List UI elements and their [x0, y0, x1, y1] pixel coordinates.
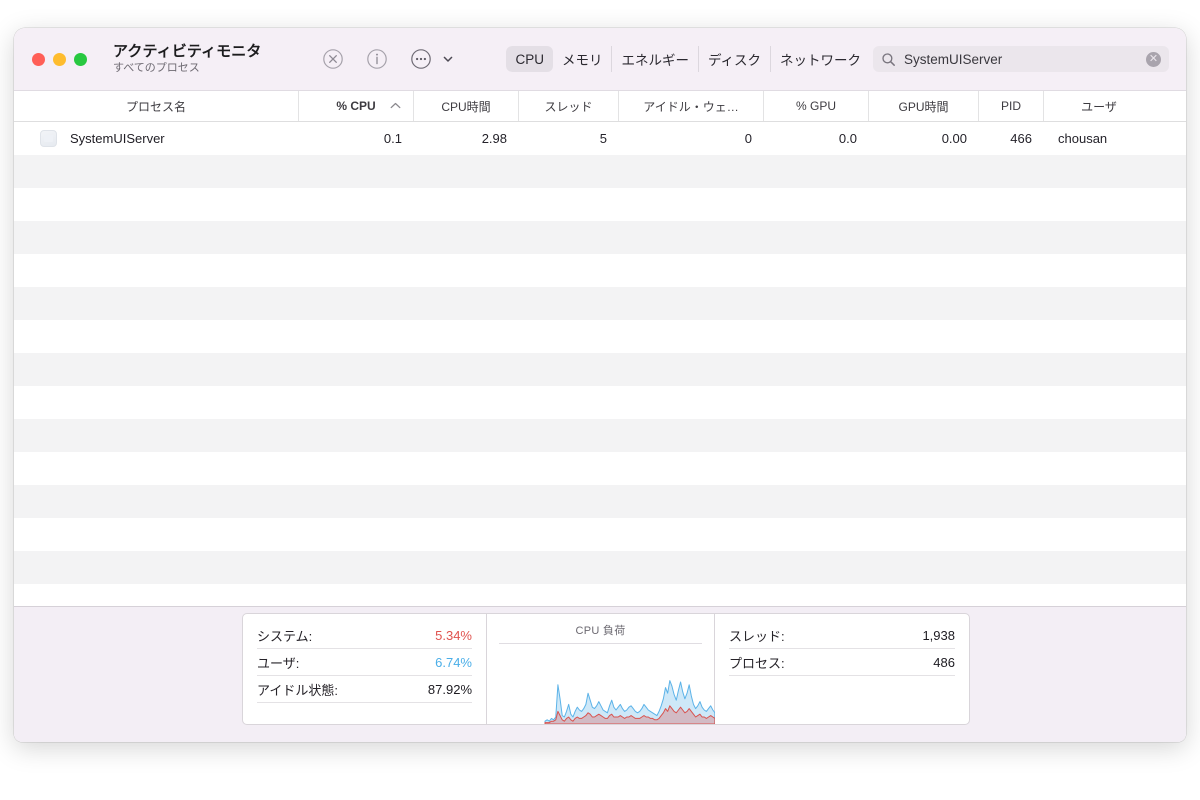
column-header-5[interactable]: % GPU — [764, 91, 869, 121]
column-header-8[interactable]: ユーザ — [1044, 91, 1154, 121]
cell-pid: 466 — [1010, 131, 1032, 146]
search-input[interactable]: SystemUIServer — [904, 52, 1146, 67]
chevron-down-icon[interactable] — [442, 53, 454, 65]
table-row-empty — [14, 386, 1186, 419]
totals-panel: スレッド: 1,938 プロセス: 486 — [715, 614, 969, 724]
table-row-empty — [14, 221, 1186, 254]
maximize-button[interactable] — [74, 52, 87, 66]
table-row-empty — [14, 452, 1186, 485]
cpu-stat-label: システム: — [257, 628, 313, 644]
total-value: 486 — [933, 654, 955, 670]
cpu-stat-label: アイドル状態: — [257, 682, 338, 698]
graph-divider — [499, 643, 702, 644]
process-app-icon — [40, 130, 57, 147]
cpu-load-chart — [544, 680, 715, 724]
column-header-3[interactable]: スレッド — [519, 91, 619, 121]
toolbar-actions — [321, 47, 454, 71]
table-row-empty — [14, 485, 1186, 518]
total-row-1: プロセス: 486 — [729, 649, 955, 676]
close-button[interactable] — [32, 52, 45, 66]
footer-stats-bar: システム: 5.34% ユーザ: 6.74% アイドル状態: 87.92% CPU 負荷 … — [14, 606, 1186, 742]
cpu-stat-value: 5.34% — [435, 627, 472, 643]
column-header-label: % GPU — [795, 99, 836, 113]
column-header-7[interactable]: PID — [979, 91, 1044, 121]
quit-process-icon[interactable] — [321, 47, 345, 71]
column-header-label: PID — [1000, 99, 1021, 113]
cpu-stat-row-2: アイドル状態: 87.92% — [257, 676, 472, 703]
table-row-empty — [14, 353, 1186, 386]
table-row-empty — [14, 254, 1186, 287]
total-label: スレッド: — [729, 628, 785, 644]
more-options-icon[interactable] — [409, 47, 433, 71]
column-header-6[interactable]: GPU時間 — [869, 91, 979, 121]
table-row-empty — [14, 287, 1186, 320]
process-table-body[interactable]: SystemUIServer 0.1 2.98 5 0 0.0 0.00 466 chousan — [14, 122, 1186, 606]
column-header-label: ユーザ — [1081, 99, 1117, 114]
activity-monitor-window: アクティビティモニタ すべてのプロセス CPU メモリ エネルギー ディスク ネ… — [14, 28, 1186, 742]
table-column-header: プロセス名 % CPU CPU時間 スレッド アイドル・ウェ… % GPU GPU時間 PID… — [14, 91, 1186, 122]
tab-cpu[interactable]: CPU — [506, 46, 553, 72]
table-row-empty — [14, 551, 1186, 584]
window-titlebar: アクティビティモニタ すべてのプロセス CPU メモリ エネルギー ディスク ネ… — [14, 28, 1186, 91]
column-header-2[interactable]: CPU時間 — [414, 91, 519, 121]
cell-gpu_time: 0.00 — [941, 131, 967, 146]
column-header-label: スレッド — [544, 99, 593, 114]
cell-idle_wakeups: 0 — [744, 131, 752, 146]
total-value: 1,938 — [922, 627, 955, 643]
tab-network[interactable]: ネットワーク — [771, 46, 870, 72]
table-row-empty — [14, 155, 1186, 188]
cell-process-name: SystemUIServer — [14, 130, 299, 147]
tab-disk[interactable]: ディスク — [699, 46, 772, 72]
cpu-usage-panel: システム: 5.34% ユーザ: 6.74% アイドル状態: 87.92% — [243, 614, 487, 724]
cpu-stat-row-0: システム: 5.34% — [257, 622, 472, 649]
total-label: プロセス: — [729, 655, 785, 671]
cpu-load-graph-title: CPU 負荷 — [575, 625, 626, 637]
table-row-empty — [14, 320, 1186, 353]
column-header-0[interactable]: プロセス名 — [14, 91, 299, 121]
page-subtitle: すべてのプロセス — [113, 62, 200, 75]
column-header-label: プロセス名 — [125, 99, 186, 114]
cpu-stat-label: ユーザ: — [257, 655, 300, 671]
column-header-label: アイドル・ウェ… — [643, 99, 739, 114]
tab-energy[interactable]: エネルギー — [612, 46, 699, 72]
search-icon — [881, 52, 896, 67]
view-tabs: CPU メモリ エネルギー ディスク ネットワーク — [506, 46, 870, 72]
cell-cpu_time: 2.98 — [481, 131, 507, 146]
cpu-stat-row-1: ユーザ: 6.74% — [257, 649, 472, 676]
cell-gpu_percent: 0.0 — [838, 131, 857, 146]
table-row-empty — [14, 584, 1186, 606]
table-row-empty — [14, 419, 1186, 452]
process-name-label: SystemUIServer — [70, 131, 165, 146]
sort-ascending-icon — [390, 102, 401, 111]
table-row-empty — [14, 188, 1186, 221]
tab-memory[interactable]: メモリ — [553, 46, 613, 72]
cell-cpu_percent: 0.1 — [383, 131, 402, 146]
cpu-stat-value: 87.92% — [427, 681, 472, 697]
clear-search-icon[interactable]: ✕ — [1146, 51, 1161, 67]
page-title: アクティビティモニタ — [113, 43, 262, 61]
search-field[interactable]: SystemUIServer ✕ — [873, 46, 1169, 72]
table-row-empty — [14, 518, 1186, 551]
cell-threads: 5 — [599, 131, 607, 146]
traffic-light-controls — [32, 52, 87, 66]
column-header-label: CPU時間 — [441, 99, 491, 114]
column-header-label: GPU時間 — [898, 99, 949, 114]
cpu-stat-value: 6.74% — [435, 654, 472, 670]
column-header-1[interactable]: % CPU — [299, 91, 414, 121]
column-header-4[interactable]: アイドル・ウェ… — [619, 91, 764, 121]
minimize-button[interactable] — [53, 52, 66, 66]
total-row-0: スレッド: 1,938 — [729, 622, 955, 649]
cell-user: chousan — [1058, 131, 1108, 146]
window-title-block: アクティビティモニタ すべてのプロセス — [113, 43, 261, 75]
cpu-load-graph-panel: CPU 負荷 — [487, 614, 715, 724]
table-row[interactable]: SystemUIServer 0.1 2.98 5 0 0.0 0.00 466 chousan — [14, 122, 1186, 155]
stats-strip: システム: 5.34% ユーザ: 6.74% アイドル状態: 87.92% CPU 負荷 … — [242, 613, 970, 725]
inspect-info-icon[interactable] — [365, 47, 389, 71]
